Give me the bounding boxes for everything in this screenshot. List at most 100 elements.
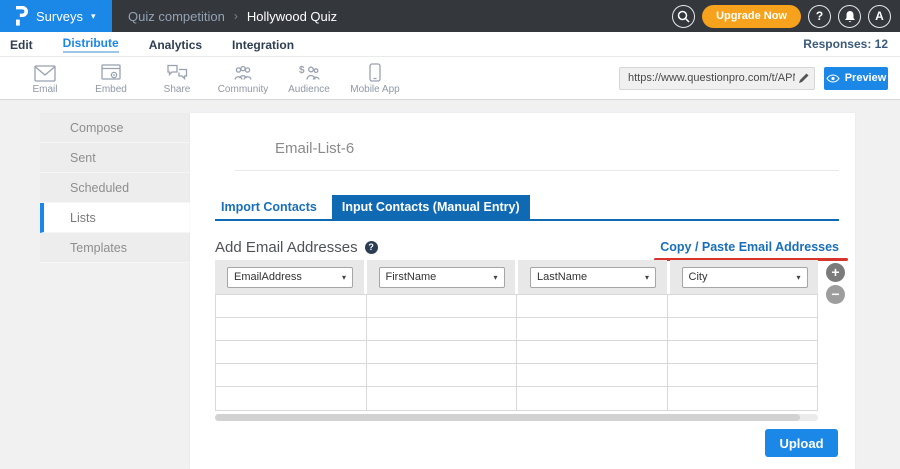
column-select-value: FirstName [386,271,437,283]
contact-table-header: EmailAddress▾FirstName▾LastName▾City▾ [215,260,818,294]
notifications-button[interactable] [838,5,861,28]
table-cell[interactable] [668,387,818,410]
upload-button[interactable]: Upload [765,429,838,457]
title-divider [235,170,839,171]
add-column-button[interactable]: + [826,263,845,282]
breadcrumb-parent[interactable]: Quiz competition [128,9,225,24]
sidebar-item-sent[interactable]: Sent [40,143,190,173]
table-cell[interactable] [367,341,518,363]
contact-entry-table: EmailAddress▾FirstName▾LastName▾City▾ [215,260,818,411]
questionpro-logo-icon [13,6,28,26]
bell-icon [844,10,856,23]
tab-input-contacts-manual-entry[interactable]: Input Contacts (Manual Entry) [332,195,530,219]
column-select-lastname[interactable]: LastName ▾ [530,267,656,288]
breadcrumb: Quiz competition › Hollywood Quiz [128,9,337,24]
survey-nav: Edit Distribute Analytics Integration Re… [0,32,900,57]
toolbar-item-label: Community [218,84,269,95]
column-select-value: LastName [537,271,587,283]
tab-import-contacts[interactable]: Import Contacts [215,195,323,219]
column-select-firstname[interactable]: FirstName▾ [379,267,505,288]
nav-item-analytics[interactable]: Analytics [149,37,202,52]
column-select-city[interactable]: City ▾ [682,267,808,288]
nav-item-distribute[interactable]: Distribute [63,35,119,53]
preview-button[interactable]: Preview [824,67,888,90]
table-header-cell: EmailAddress▾ [215,260,364,294]
avatar[interactable]: A [868,5,891,28]
table-cell[interactable] [517,318,668,340]
sidebar-item-lists[interactable]: Lists [40,203,190,233]
table-cell[interactable] [216,341,367,363]
table-cell[interactable] [367,318,518,340]
row-controls: + − [826,263,845,304]
sidebar-item-scheduled[interactable]: Scheduled [40,173,190,203]
upgrade-now-button[interactable]: Upgrade Now [702,5,801,28]
chevron-down-icon: ▾ [342,273,346,282]
add-emails-header-row: Add Email Addresses ? Copy / Paste Email… [215,235,839,259]
table-cell[interactable] [367,387,518,410]
table-cell[interactable] [517,387,668,410]
content-area: Compose Sent Scheduled Lists Templates E… [0,101,900,469]
toolbar-item-label: Email [32,84,57,95]
app-window: Surveys ▾ Quiz competition › Hollywood Q… [0,0,900,469]
table-cell[interactable] [216,318,367,340]
help-question-icon[interactable]: ? [365,241,378,254]
survey-url-field[interactable] [619,67,815,90]
email-sidebar: Compose Sent Scheduled Lists Templates [40,113,190,263]
toolbar-item-label: Audience [288,84,330,95]
table-row [216,318,817,341]
eye-icon [826,74,840,83]
toolbar-item-embed[interactable]: Embed [78,62,144,95]
product-menu[interactable]: Surveys ▾ [0,0,112,32]
breadcrumb-current: Hollywood Quiz [247,9,337,24]
table-header-cell: FirstName▾ [367,260,516,294]
toolbar-item-mobile-app[interactable]: Mobile App [342,62,408,95]
survey-url-input[interactable] [628,72,795,84]
responses-count[interactable]: Responses: 12 [803,37,888,51]
table-cell[interactable] [668,295,818,317]
nav-item-integration[interactable]: Integration [232,37,294,52]
table-header-cell: LastName ▾ [518,260,667,294]
table-row [216,341,817,364]
chevron-down-icon: ▾ [645,273,649,282]
audience-icon: $ [298,62,320,82]
nav-item-edit[interactable]: Edit [10,37,33,52]
breadcrumb-separator-icon: › [234,9,238,23]
toolbar-item-label: Mobile App [350,84,399,95]
table-cell[interactable] [517,364,668,386]
table-cell[interactable] [668,364,818,386]
toolbar-item-share[interactable]: Share [144,62,210,95]
table-cell[interactable] [517,341,668,363]
sidebar-item-compose[interactable]: Compose [40,113,190,143]
list-title: Email-List-6 [275,140,354,157]
help-button[interactable]: ? [808,5,831,28]
toolbar-item-email[interactable]: Email [12,62,78,95]
table-cell[interactable] [367,364,518,386]
edit-url-pencil-icon[interactable] [798,73,809,84]
chevron-down-icon: ▾ [796,273,800,282]
table-row [216,364,817,387]
toolbar-item-audience[interactable]: $ Audience [276,62,342,95]
embed-icon [101,62,121,82]
remove-column-button[interactable]: − [826,285,845,304]
horizontal-scrollbar [215,414,818,421]
community-icon [232,62,254,82]
column-select-emailaddress[interactable]: EmailAddress▾ [227,267,353,288]
toolbar-item-community[interactable]: Community [210,62,276,95]
table-cell[interactable] [216,387,367,410]
table-cell[interactable] [517,295,668,317]
scrollbar-thumb[interactable] [215,414,800,421]
contact-table-body [215,294,818,411]
table-cell[interactable] [216,295,367,317]
svg-text:$: $ [299,65,305,76]
sidebar-item-templates[interactable]: Templates [40,233,190,263]
toolbar-item-label: Share [164,84,191,95]
search-button[interactable] [672,5,695,28]
toolbar-item-label: Embed [95,84,127,95]
table-cell[interactable] [216,364,367,386]
column-select-value: City [689,271,708,283]
table-cell[interactable] [668,341,818,363]
table-header-cell: City ▾ [670,260,819,294]
table-cell[interactable] [668,318,818,340]
table-cell[interactable] [367,295,518,317]
copy-paste-email-addresses-link[interactable]: Copy / Paste Email Addresses [660,240,839,254]
